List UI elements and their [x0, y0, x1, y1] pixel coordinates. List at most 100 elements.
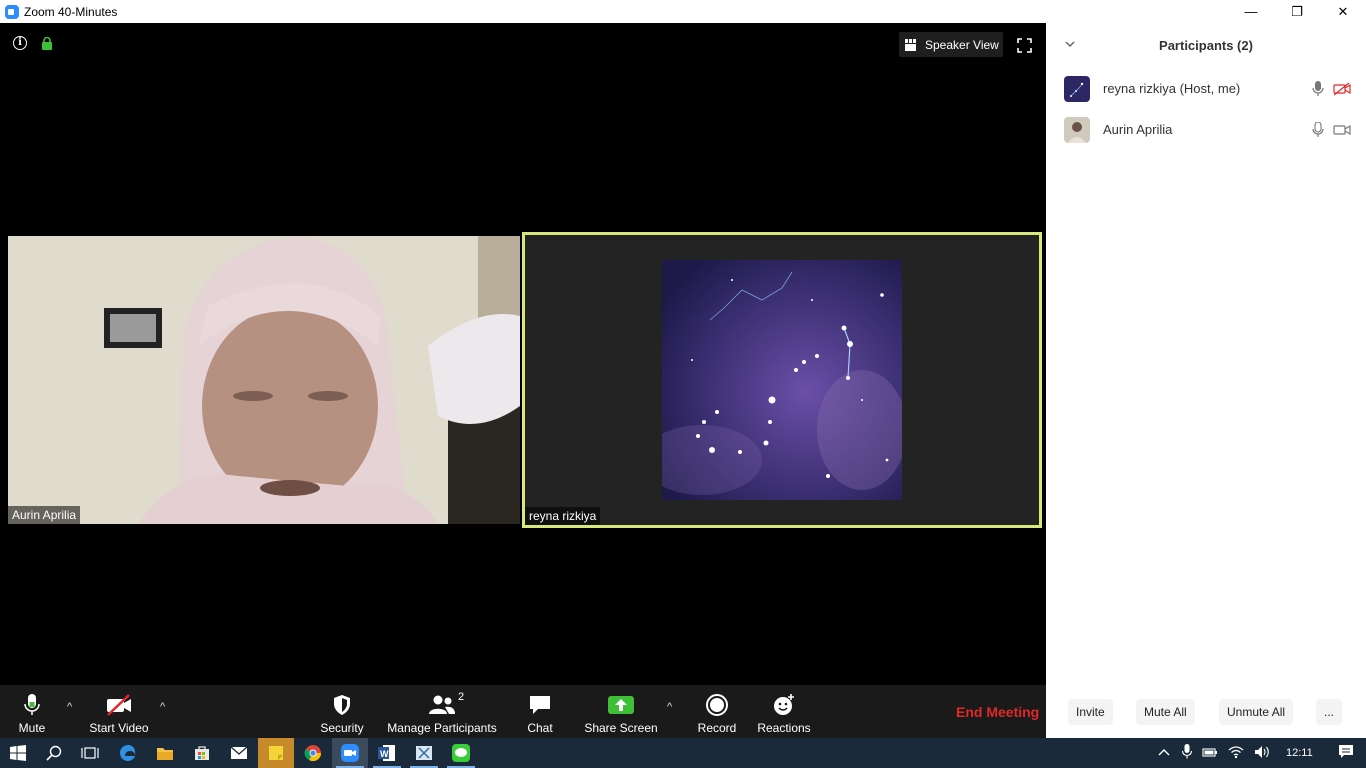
avatar-aurin	[1064, 117, 1090, 143]
line-chat-icon	[452, 744, 470, 762]
participants-panel-footer: Invite Mute All Unmute All ...	[1046, 695, 1366, 729]
security-button[interactable]: Security	[318, 685, 366, 738]
chrome-icon	[304, 745, 322, 762]
system-tray: 12:11	[1158, 738, 1354, 768]
record-label: Record	[697, 721, 737, 735]
taskbar-file-explorer[interactable]	[147, 738, 183, 768]
taskbar-zoom[interactable]	[332, 738, 368, 768]
zoom-icon	[341, 744, 359, 762]
manage-participants-label: Manage Participants	[387, 721, 497, 735]
zoom-app-icon	[5, 4, 19, 19]
chat-button[interactable]: Chat	[520, 685, 560, 738]
participant-row-aurin[interactable]: Aurin Aprilia	[1046, 110, 1366, 150]
edge-browser-icon	[120, 745, 136, 761]
participant-name-reyna: reyna rizkiya (Host, me)	[1103, 81, 1241, 96]
participants-icon	[428, 691, 456, 719]
taskbar-edge[interactable]	[110, 738, 146, 768]
record-button[interactable]: Record	[695, 685, 739, 738]
taskbar-clock[interactable]: 12:11	[1286, 747, 1313, 759]
taskbar-mail[interactable]	[221, 738, 257, 768]
participant-name-aurin: Aurin Aprilia	[1103, 122, 1173, 137]
participants-count-badge: 2	[458, 691, 465, 703]
invite-button[interactable]: Invite	[1068, 699, 1113, 725]
speaker-view-button[interactable]: Speaker View	[899, 32, 1003, 57]
minimize-button[interactable]: —	[1228, 0, 1274, 23]
unmute-all-button[interactable]: Unmute All	[1219, 699, 1294, 725]
taskbar-sticky-notes[interactable]	[258, 738, 294, 768]
taskbar-word[interactable]: W	[369, 738, 405, 768]
microphone-icon	[24, 691, 40, 719]
info-icon[interactable]: i	[13, 36, 27, 50]
action-center-icon[interactable]	[1338, 744, 1354, 762]
store-bag-icon	[195, 746, 209, 760]
minimize-icon: —	[1244, 4, 1258, 19]
smiley-plus-icon	[772, 691, 796, 719]
window-title: Zoom 40-Minutes	[24, 4, 118, 19]
task-view-button[interactable]	[72, 738, 108, 768]
meeting-toolbar: Mute ^ Start Video ^ Security Manage Par…	[0, 685, 1046, 738]
video-off-icon[interactable]	[1333, 82, 1351, 96]
reactions-label: Reactions	[757, 721, 811, 735]
folder-icon	[157, 747, 173, 760]
microphone-icon[interactable]	[1312, 122, 1324, 138]
task-view-icon	[81, 747, 99, 759]
avatar-reyna	[1064, 76, 1090, 102]
fullscreen-icon[interactable]	[1017, 38, 1032, 53]
taskbar-store[interactable]	[184, 738, 220, 768]
speaker-view-label: Speaker View	[925, 37, 999, 52]
video-off-icon	[105, 691, 133, 719]
video-options-caret-icon[interactable]: ^	[160, 701, 172, 713]
participants-panel-header: Participants (2)	[1046, 23, 1366, 67]
sticky-notes-icon	[269, 746, 283, 760]
microphone-icon[interactable]	[1312, 81, 1324, 97]
tray-overflow-chevron-up-icon[interactable]	[1158, 747, 1172, 759]
share-screen-icon	[608, 691, 634, 719]
volume-icon[interactable]	[1254, 745, 1272, 762]
shield-icon	[332, 691, 352, 719]
start-button[interactable]	[0, 738, 36, 768]
reactions-button[interactable]: Reactions	[756, 685, 812, 738]
snipping-tool-icon	[416, 746, 432, 760]
window-controls: — ❐ ✕	[1228, 0, 1366, 23]
lock-icon[interactable]	[41, 37, 53, 50]
close-icon: ✕	[1337, 3, 1349, 19]
chat-label: Chat	[527, 721, 553, 735]
share-options-caret-icon[interactable]: ^	[667, 701, 679, 713]
mute-button[interactable]: Mute	[12, 685, 52, 738]
share-screen-button[interactable]: Share Screen	[584, 685, 658, 738]
start-video-button[interactable]: Start Video	[88, 685, 150, 738]
start-video-label: Start Video	[89, 721, 149, 735]
share-screen-label: Share Screen	[584, 721, 658, 735]
video-tile-aurin[interactable]: Aurin Aprilia	[8, 236, 520, 524]
tray-microphone-icon[interactable]	[1181, 744, 1193, 762]
speaker-view-icon	[905, 38, 918, 51]
close-button[interactable]: ✕	[1320, 0, 1366, 23]
search-taskbar-button[interactable]	[36, 738, 72, 768]
mute-label: Mute	[18, 721, 46, 735]
video-tile-reyna[interactable]: reyna rizkiya	[522, 232, 1042, 528]
word-icon: W	[378, 745, 395, 761]
taskbar-chrome[interactable]	[295, 738, 331, 768]
participant-row-reyna[interactable]: reyna rizkiya (Host, me)	[1046, 69, 1366, 109]
svg-text:W: W	[380, 749, 389, 759]
participants-panel: Participants (2) reyna rizkiya (Host, me…	[1046, 23, 1366, 738]
manage-participants-button[interactable]: Manage Participants	[386, 685, 498, 738]
battery-icon[interactable]	[1202, 746, 1218, 761]
record-icon	[705, 691, 729, 719]
restore-button[interactable]: ❐	[1274, 0, 1320, 23]
video-camera-icon[interactable]	[1333, 123, 1351, 137]
chat-icon	[528, 691, 552, 719]
restore-icon: ❐	[1291, 3, 1303, 19]
taskbar-snipping-tool[interactable]	[406, 738, 442, 768]
mute-all-button[interactable]: Mute All	[1136, 699, 1195, 725]
more-options-button[interactable]: ...	[1316, 699, 1343, 725]
title-bar: Zoom 40-Minutes — ❐ ✕	[0, 0, 1366, 23]
end-meeting-button[interactable]: End Meeting	[956, 704, 1039, 720]
security-label: Security	[320, 721, 364, 735]
wifi-icon[interactable]	[1228, 745, 1244, 762]
meeting-video-area: i Speaker View Aurin Aprilia reyna rizki…	[0, 23, 1046, 685]
taskbar-line[interactable]	[443, 738, 479, 768]
windows-taskbar: W 12:11	[0, 738, 1366, 768]
audio-options-caret-icon[interactable]: ^	[67, 701, 79, 713]
webcam-feed-image	[8, 236, 520, 524]
